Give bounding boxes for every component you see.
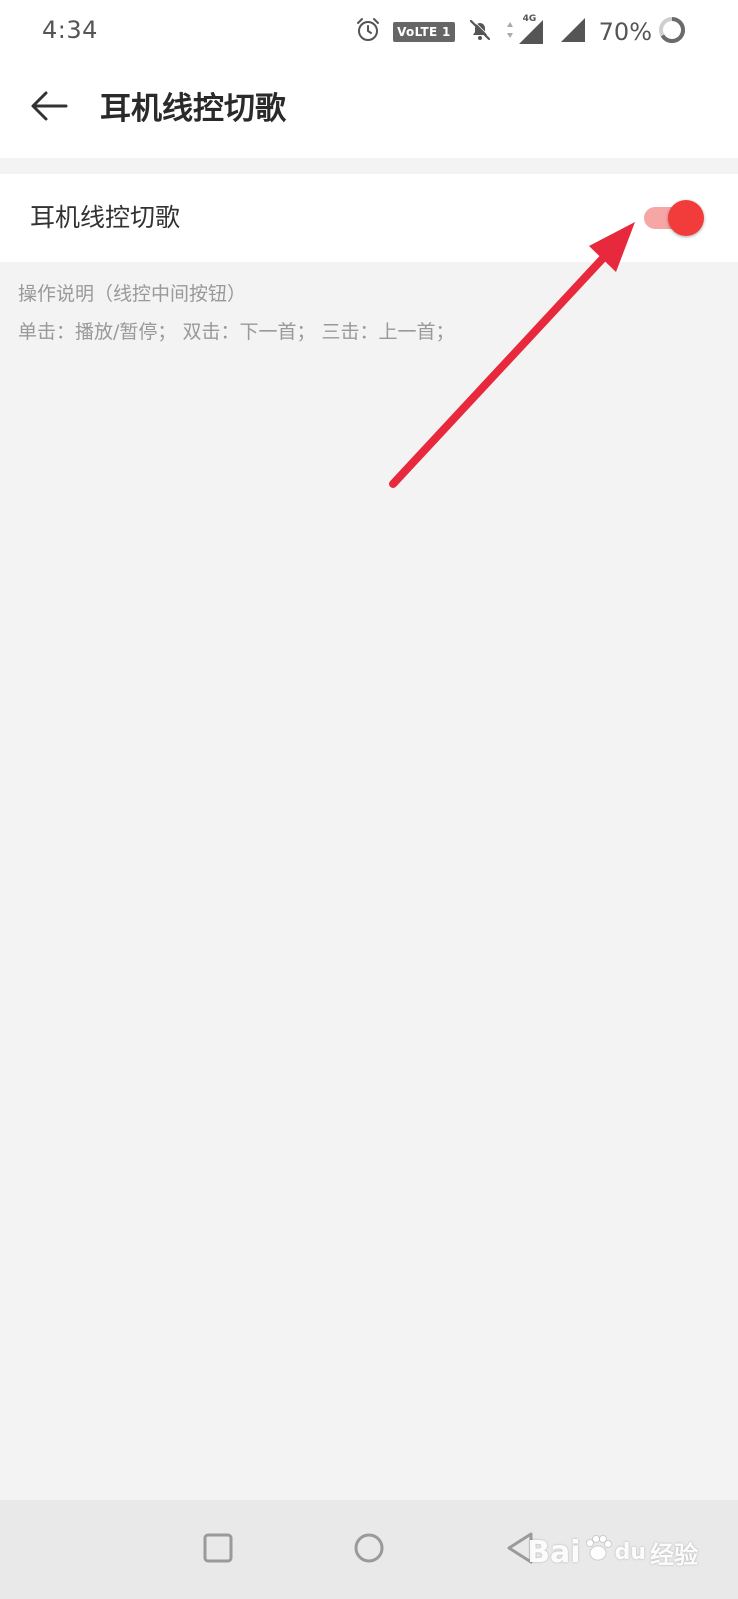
- back-arrow-icon: [30, 90, 70, 126]
- watermark-paw-text: du: [614, 1539, 646, 1565]
- setting-label: 耳机线控切歌: [30, 203, 181, 232]
- recents-button[interactable]: [196, 1528, 240, 1572]
- battery-ring-icon: [658, 16, 686, 48]
- volte-badge: VoLTE 1: [393, 22, 455, 42]
- help-body: 单击：播放/暂停； 双击：下一首； 三击：上一首；: [18, 321, 455, 343]
- status-time: 4:34: [42, 16, 98, 44]
- home-circle-icon: [352, 1531, 386, 1569]
- paw-icon: [583, 1533, 613, 1571]
- battery-percent: 70%: [598, 18, 652, 46]
- watermark-text: 经验: [650, 1540, 698, 1569]
- back-button[interactable]: [22, 80, 78, 136]
- signal-icon-2: [559, 16, 587, 48]
- page-title: 耳机线控切歌: [100, 91, 286, 127]
- status-bar: 4:34 VoLTE 1 4G 70%: [0, 0, 738, 64]
- watermark-brand: Bai: [527, 1534, 581, 1570]
- app-bar: 耳机线控切歌: [0, 64, 738, 158]
- data-arrows-icon: [505, 19, 515, 45]
- earphone-control-toggle[interactable]: [642, 198, 704, 238]
- mute-bell-icon: [467, 17, 493, 47]
- setting-row-earphone-control: 耳机线控切歌: [0, 174, 738, 262]
- signal-icon: 4G: [517, 14, 547, 46]
- baidu-watermark: Bai du 经验: [527, 1526, 698, 1578]
- recents-square-icon: [202, 1532, 234, 1568]
- status-icons: VoLTE 1 4G 70%: [343, 14, 686, 48]
- alarm-icon: [355, 17, 381, 47]
- toggle-thumb: [668, 200, 704, 236]
- help-title: 操作说明（线控中间按钮）: [18, 283, 247, 305]
- home-button[interactable]: [347, 1528, 391, 1572]
